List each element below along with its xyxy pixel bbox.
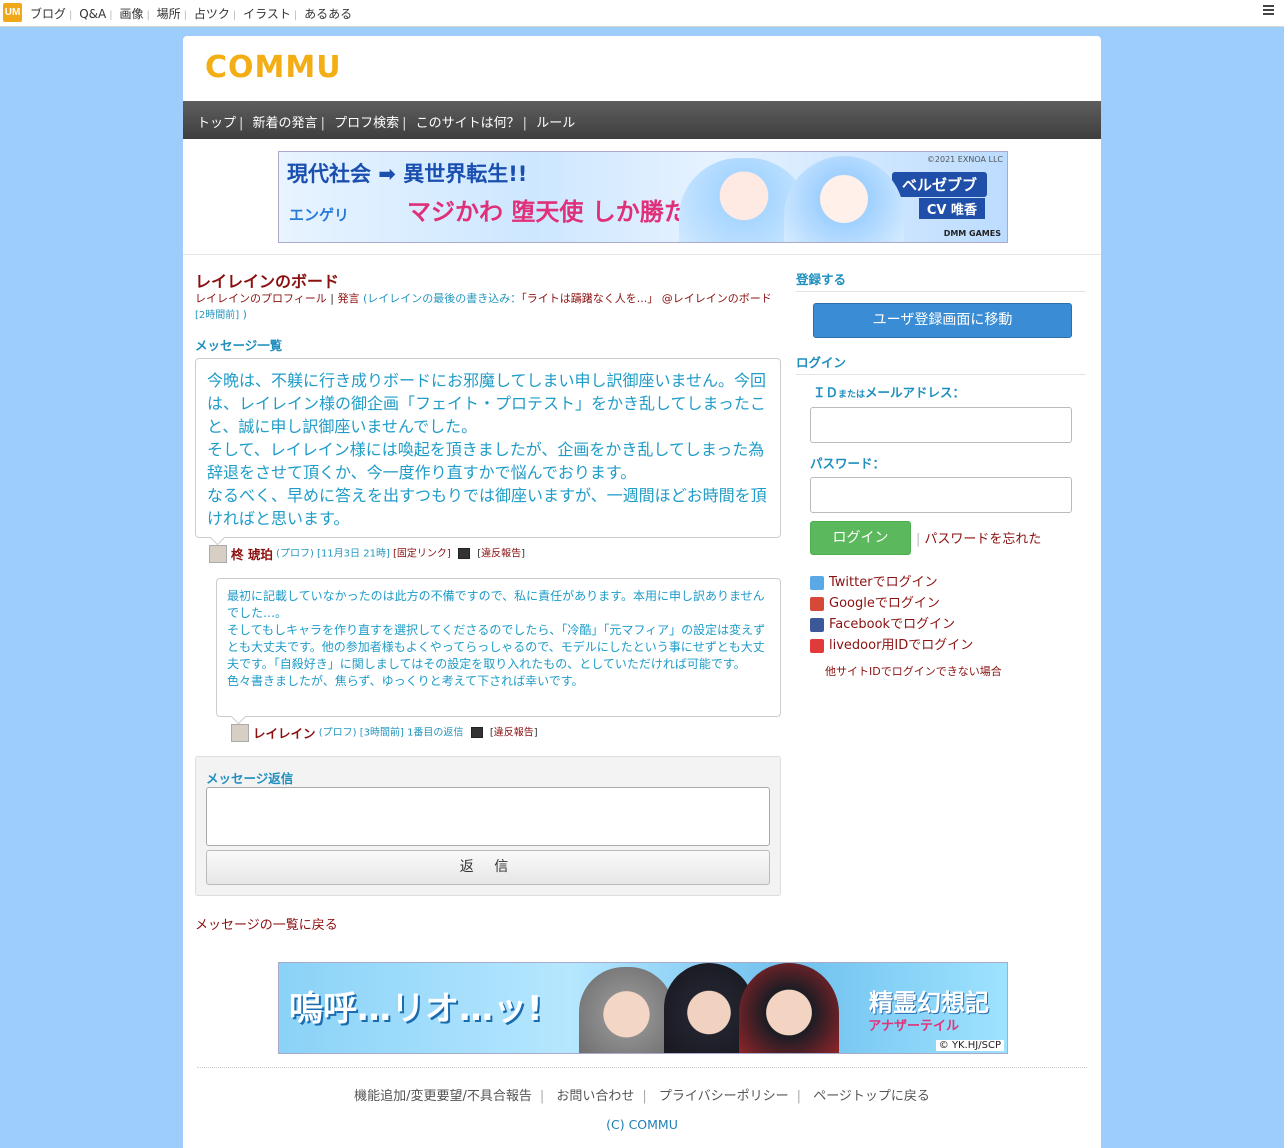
facebook-icon (810, 617, 824, 632)
banner-top-line1: 現代社会 ➡ 異世界転生!! (287, 162, 528, 186)
divider (183, 254, 1101, 255)
reply-meta: レイレイン (プロフ) [3時間前] 1番目の返信 [違反報告] (231, 723, 538, 742)
top-link-qa[interactable]: Q&A (79, 7, 106, 21)
message-meta: 柊 琥珀 (プロフ) [11月3日 21時] [固定リンク] [違反報告] (209, 544, 525, 563)
ad-banner-bottom[interactable]: 嗚呼…リオ…ッ! 精霊幻想記 アナザーテイル © YK.HJ/SCP (278, 962, 1008, 1054)
author-name[interactable]: 柊 琥珀 (231, 547, 273, 562)
top-links: ブログ | Q&A | 画像 | 場所 | 占ツク | イラスト | あるある (30, 7, 353, 21)
banner-bottom-text: 嗚呼…リオ…ッ! (289, 989, 543, 1029)
other-id-help-link[interactable]: 他サイトIDでログインできない場合 (825, 663, 1002, 679)
message-text: 今晩は、不躾に行き成りボードにお邪魔してしまい申し訳御座いません。今回は、レイレ… (207, 371, 767, 528)
twitter-login-link[interactable]: Twitterでログイン (810, 571, 938, 590)
footer-divider (197, 1067, 1087, 1068)
footer-links: 機能追加/変更要望/不具合報告 | お問い合わせ | プライバシーポリシー | ページ… (354, 1089, 930, 1104)
nav-new-posts[interactable]: 新着の発言 (253, 116, 318, 131)
avatar[interactable] (231, 723, 249, 742)
banner-top-chip: ベルゼブブ (891, 172, 987, 197)
register-heading: 登録する (796, 269, 1086, 292)
reply-text: 最初に記載していなかったのは此方の不備ですので、私に責任があります。本用に申し訳… (227, 589, 766, 688)
ad-banner-top[interactable]: 現代社会 ➡ 異世界転生!! マジかわ 堕天使 しか勝たん! エンゲリ ベルゼブ… (278, 151, 1008, 243)
hamburger-menu-icon[interactable] (1263, 5, 1274, 17)
report-link[interactable]: 違反報告 (481, 549, 521, 560)
top-link-images[interactable]: 画像 (119, 7, 143, 21)
last-post-time: [2時間前] (195, 310, 240, 321)
copyright: (C) COMMU (606, 1117, 678, 1132)
pc-icon (470, 727, 483, 738)
bubble-caret (230, 708, 247, 725)
banner-bottom-copyright: © YK.HJ/SCP (935, 1040, 1004, 1051)
reply-bubble: 最初に記載していなかったのは此方の不備ですので、私に責任があります。本用に申し訳… (216, 578, 781, 725)
last-post-open: (レイレインの最後の書き込み： (359, 292, 522, 305)
twitter-icon (810, 575, 824, 590)
banner-top-cv: CV 唯香 (918, 198, 985, 219)
footer-link-contact[interactable]: お問い合わせ (556, 1089, 634, 1104)
pc-icon (458, 548, 471, 559)
top-link-uranai[interactable]: 占ツク (194, 7, 230, 21)
last-post-close: ) (239, 308, 247, 321)
nav-bar: トップ | 新着の発言 | プロフ検索 | このサイトは何？ | ルール (183, 101, 1101, 139)
livedoor-login-link[interactable]: livedoor用IDでログイン (810, 634, 973, 653)
id-input[interactable] (810, 407, 1072, 443)
message-list-heading: メッセージ一覧 (195, 338, 283, 353)
last-post-link[interactable]: 「ライトは躊躇なく人を...」 (521, 292, 658, 305)
login-button[interactable]: ログイン (810, 521, 911, 555)
login-heading: ログイン (796, 352, 1086, 375)
id-label: ＩＤまたはメールアドレス： (813, 385, 966, 400)
profile-link[interactable]: (プロフ) (276, 549, 314, 560)
footer-link-privacy[interactable]: プライバシーポリシー (659, 1089, 789, 1104)
banner-bottom-logo: 精霊幻想記 (869, 989, 989, 1017)
banner-top-character-2 (784, 156, 904, 242)
back-to-list-link[interactable]: メッセージの一覧に戻る (195, 914, 338, 933)
google-login-link[interactable]: Googleでログイン (810, 592, 940, 611)
livedoor-icon (810, 638, 824, 653)
message-bubble: 今晩は、不躾に行き成りボードにお邪魔してしまい申し訳御座いません。今回は、レイレ… (195, 358, 781, 546)
last-post-board-link[interactable]: @レイレインのボード (658, 292, 772, 305)
board-subinfo: レイレインのプロフィール | 発言 (レイレインの最後の書き込み：「ライトは躊躇… (195, 291, 783, 323)
banner-bottom-character-3 (739, 963, 839, 1053)
main-container: COMMU トップ | 新着の発言 | プロフ検索 | このサイトは何？ | ルール 現… (183, 36, 1101, 1148)
nav-rules[interactable]: ルール (536, 116, 575, 131)
profile-link[interactable]: (プロフ) (319, 728, 357, 739)
nav-about[interactable]: このサイトは何？ (416, 116, 520, 131)
banner-top-line2: マジかわ 堕天使 しか勝たん! (407, 198, 723, 226)
reply-submit-button[interactable]: 返 信 (206, 850, 770, 885)
banner-top-game-logo: エンゲリ (289, 206, 350, 224)
reply-heading: メッセージ返信 (206, 771, 294, 786)
forgot-password-link[interactable]: パスワードを忘れた (924, 532, 1041, 547)
google-icon (810, 596, 824, 611)
footer-link-pagetop[interactable]: ページトップに戻る (813, 1089, 930, 1104)
board-title: レイレインのボード (195, 272, 340, 291)
post-time: [11月3日 21時] (317, 548, 390, 560)
top-link-aruaru[interactable]: あるある (304, 7, 352, 21)
top-link-blog[interactable]: ブログ (30, 7, 66, 21)
top-link-places[interactable]: 場所 (157, 7, 181, 21)
reply-textarea[interactable] (206, 787, 770, 846)
sep: | (330, 292, 334, 305)
nav-top[interactable]: トップ (197, 116, 236, 131)
top-link-illust[interactable]: イラスト (243, 7, 291, 21)
footer-link-feedback[interactable]: 機能追加/変更要望/不具合報告 (354, 1089, 532, 1104)
password-input[interactable] (810, 477, 1072, 513)
avatar[interactable] (209, 544, 227, 563)
facebook-login-link[interactable]: Facebookでログイン (810, 613, 955, 632)
register-button[interactable]: ユーザ登録画面に移動 (813, 303, 1072, 338)
top-bar: UM ブログ | Q&A | 画像 | 場所 | 占ツク | イラスト | あるある (0, 0, 1284, 27)
profile-link[interactable]: レイレインのプロフィール (195, 292, 327, 305)
password-label: パスワード： (810, 456, 886, 471)
reply-form: メッセージ返信 返 信 (195, 756, 781, 896)
nav-profile-search[interactable]: プロフ検索 (334, 116, 399, 131)
reply-number-link[interactable]: 1番目の返信 (407, 728, 463, 739)
um-logo[interactable]: UM (3, 3, 22, 22)
forgot-password: | パスワードを忘れた (916, 532, 1042, 547)
banner-top-brand: DMM GAMES (943, 229, 1001, 238)
banner-top-copyright: ©2021 EXNOA LLC (926, 155, 1003, 164)
post-time: [3時間前] (359, 727, 404, 739)
site-logo[interactable]: COMMU (205, 50, 342, 85)
banner-bottom-character-1 (579, 967, 674, 1053)
report-link[interactable]: 違反報告 (494, 728, 534, 739)
banner-bottom-sub: アナザーテイル (868, 1019, 959, 1034)
permalink[interactable]: [固定リンク] (393, 549, 451, 560)
posts-link[interactable]: 発言 (338, 292, 360, 305)
author-name[interactable]: レイレイン (253, 726, 316, 741)
